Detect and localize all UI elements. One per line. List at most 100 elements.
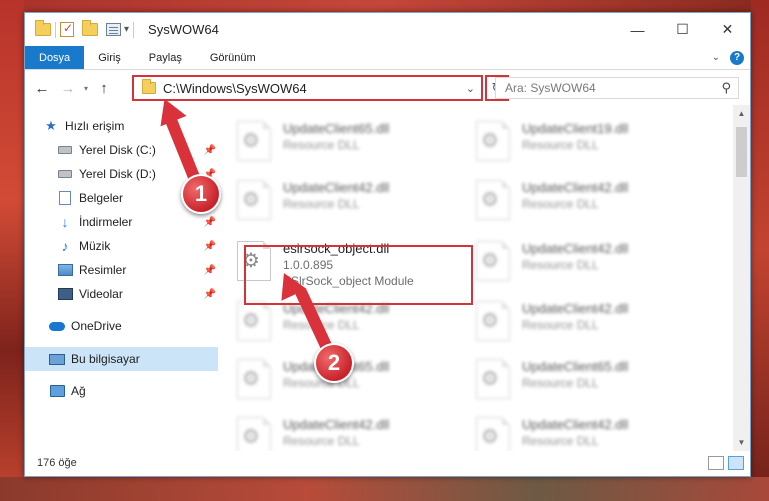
tab-home[interactable]: Giriş	[84, 46, 135, 69]
step-1-badge: 1	[181, 174, 221, 214]
vertical-scrollbar[interactable]: ▲ ▼	[733, 105, 750, 451]
file-meta: Resource DLL	[283, 318, 360, 332]
properties-icon[interactable]	[106, 13, 121, 46]
step-2-badge: 2	[314, 343, 354, 383]
sidebar-item-music[interactable]: ♪ Müzik 📌	[25, 234, 218, 258]
search-input[interactable]: Ara: SysWOW64 ⚲	[495, 77, 739, 99]
file-meta: Resource DLL	[283, 434, 360, 448]
help-icon[interactable]: ?	[730, 50, 744, 65]
address-dropdown-icon[interactable]: ⌄	[466, 82, 475, 95]
back-arrow-icon[interactable]: ←	[31, 77, 53, 99]
sidebar-item-this-pc[interactable]: Bu bilgisayar	[25, 347, 218, 371]
tab-file[interactable]: Dosya	[25, 46, 85, 69]
file-name: UpdateClient19.dll	[522, 121, 629, 136]
forward-arrow-icon[interactable]: →	[57, 77, 79, 99]
file-item[interactable]: UpdateClient42.dll Resource DLL	[223, 176, 453, 226]
file-meta: Resource DLL	[522, 197, 599, 211]
network-icon	[49, 384, 65, 398]
desktop-background	[0, 0, 24, 501]
dll-file-icon	[476, 301, 510, 341]
file-name: UpdateClient42.dll	[283, 417, 390, 432]
file-item[interactable]: UpdateClient65.dll Resource DLL	[462, 355, 692, 405]
pin-icon[interactable]: 📌	[204, 217, 216, 228]
folder-icon	[142, 79, 156, 94]
dll-file-icon	[476, 241, 510, 281]
address-row: ← → ▾ ↑ C:\Windows\SysWOW64 ⌄ ↻ Ara: Sys…	[25, 71, 750, 105]
scroll-up-icon[interactable]: ▲	[733, 105, 750, 122]
disk-icon	[57, 143, 73, 157]
file-item[interactable]: UpdateClient65.dll Resource DLL	[223, 117, 453, 167]
new-folder-icon[interactable]	[82, 13, 98, 46]
sidebar-item-label: Yerel Disk (C:)	[79, 143, 156, 157]
sidebar-item-label: Belgeler	[79, 191, 124, 205]
item-count: 176 öğe	[37, 456, 77, 469]
sidebar-item-label: OneDrive	[71, 319, 122, 333]
sidebar-item-label: Videolar	[79, 287, 123, 301]
file-name: UpdateClient42.dll	[522, 417, 629, 432]
file-meta: Resource DLL	[522, 318, 599, 332]
sidebar-item-label: İndirmeler	[79, 215, 133, 229]
dll-file-icon	[476, 121, 510, 161]
recent-locations-dropdown-icon[interactable]: ▾	[79, 84, 93, 93]
details-view-icon[interactable]	[708, 455, 724, 470]
sidebar-item-downloads[interactable]: ↓ İndirmeler 📌	[25, 210, 218, 234]
window-title: SysWOW64	[148, 22, 219, 37]
folder-icon	[35, 13, 51, 46]
sidebar-item-onedrive[interactable]: OneDrive	[25, 314, 218, 338]
address-bar[interactable]: C:\Windows\SysWOW64 ⌄	[132, 75, 483, 101]
file-name: UpdateClient65.dll	[283, 121, 390, 136]
pin-icon[interactable]: 📌	[204, 145, 216, 156]
this-pc-icon	[49, 352, 65, 366]
file-meta: Resource DLL	[283, 138, 360, 152]
disk-icon	[57, 167, 73, 181]
file-item[interactable]: UpdateClient19.dll Resource DLL	[462, 117, 692, 167]
sidebar-item-quick-access[interactable]: ★ Hızlı erişim	[25, 114, 218, 138]
pin-icon[interactable]: 📌	[204, 265, 216, 276]
quick-access-dropdown-icon[interactable]: ▾	[124, 24, 129, 35]
file-name: UpdateClient42.dll	[522, 241, 629, 256]
file-item[interactable]: UpdateClient42.dll Resource DLL	[462, 176, 692, 226]
dll-file-icon	[237, 180, 271, 220]
sidebar-item-label: Bu bilgisayar	[71, 352, 140, 366]
file-meta: Resource DLL	[522, 434, 599, 448]
videos-icon	[57, 287, 73, 301]
tab-share[interactable]: Paylaş	[135, 46, 196, 69]
desktop-background	[751, 0, 769, 501]
close-button[interactable]: ✕	[705, 13, 750, 46]
dll-file-icon	[237, 359, 271, 399]
expand-ribbon-icon[interactable]: ⌄	[712, 52, 720, 63]
file-name: UpdateClient42.dll	[522, 180, 629, 195]
large-icons-view-icon[interactable]	[728, 455, 744, 470]
search-placeholder: Ara: SysWOW64	[505, 81, 596, 95]
divider	[133, 21, 135, 38]
explorer-window: ▾ SysWOW64 — ☐ ✕ Dosya Giriş Paylaş Görü…	[24, 12, 751, 477]
maximize-button[interactable]: ☐	[660, 13, 705, 46]
star-icon: ★	[45, 118, 57, 133]
pin-icon[interactable]: 📌	[204, 241, 216, 252]
search-icon[interactable]: ⚲	[721, 80, 731, 96]
ribbon-tabs: Dosya Giriş Paylaş Görünüm ⌄ ?	[25, 46, 750, 70]
sidebar-item-pictures[interactable]: Resimler 📌	[25, 258, 218, 282]
sidebar-item-network[interactable]: Ağ	[25, 379, 218, 403]
file-item[interactable]: UpdateClient42.dll Resource DLL	[462, 413, 692, 451]
file-item[interactable]: UpdateClient42.dll Resource DLL	[462, 237, 692, 287]
sidebar-item-label: Yerel Disk (D:)	[79, 167, 156, 181]
minimize-button[interactable]: —	[615, 13, 660, 46]
sidebar-item-label: Ağ	[71, 384, 86, 398]
file-meta: Resource DLL	[522, 376, 599, 390]
file-item[interactable]: UpdateClient42.dll Resource DLL	[462, 297, 692, 347]
documents-icon	[57, 191, 73, 205]
dll-file-icon	[237, 301, 271, 341]
sidebar-item-videos[interactable]: Videolar 📌	[25, 282, 218, 306]
dll-file-icon	[237, 417, 271, 451]
pin-icon[interactable]: 📌	[204, 289, 216, 300]
sidebar-item-label: Resimler	[79, 263, 127, 277]
scrollbar-thumb[interactable]	[736, 127, 747, 177]
file-item[interactable]: UpdateClient42.dll Resource DLL	[223, 413, 453, 451]
up-arrow-icon[interactable]: ↑	[93, 77, 115, 99]
properties-check-icon[interactable]	[60, 13, 74, 46]
dll-file-icon	[237, 121, 271, 161]
file-name: UpdateClient65.dll	[522, 359, 629, 374]
tab-view[interactable]: Görünüm	[196, 46, 270, 69]
file-meta: Resource DLL	[522, 258, 599, 272]
